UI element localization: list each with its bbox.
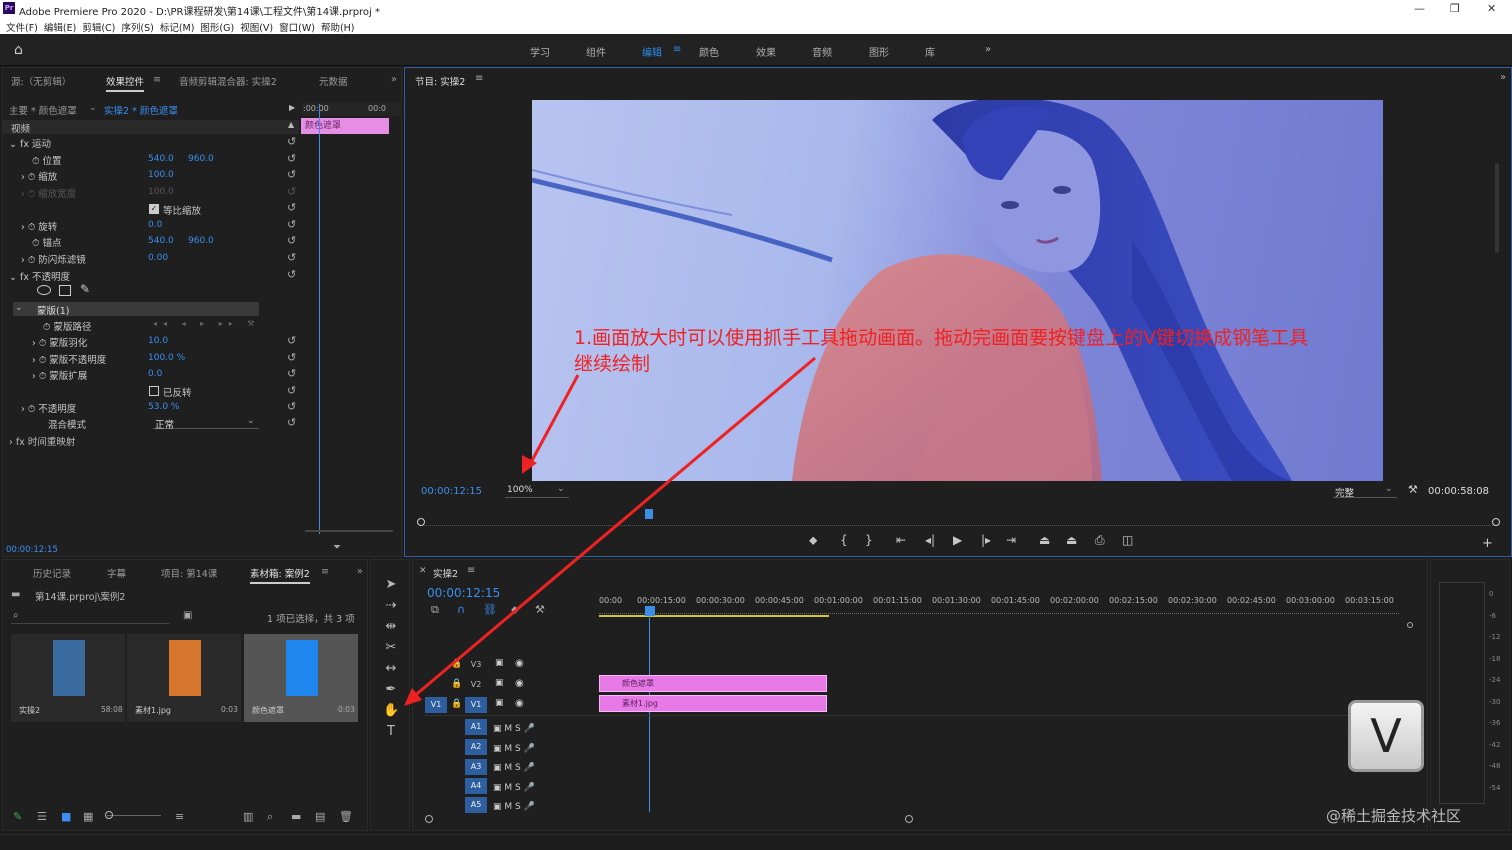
annotation-arrows <box>404 356 816 706</box>
arrow-to-hand-tool <box>411 356 816 700</box>
status-bar <box>0 834 1512 850</box>
arrow-to-zoom <box>526 374 580 469</box>
watermark: @稀土掘金技术社区 <box>1326 807 1462 825</box>
